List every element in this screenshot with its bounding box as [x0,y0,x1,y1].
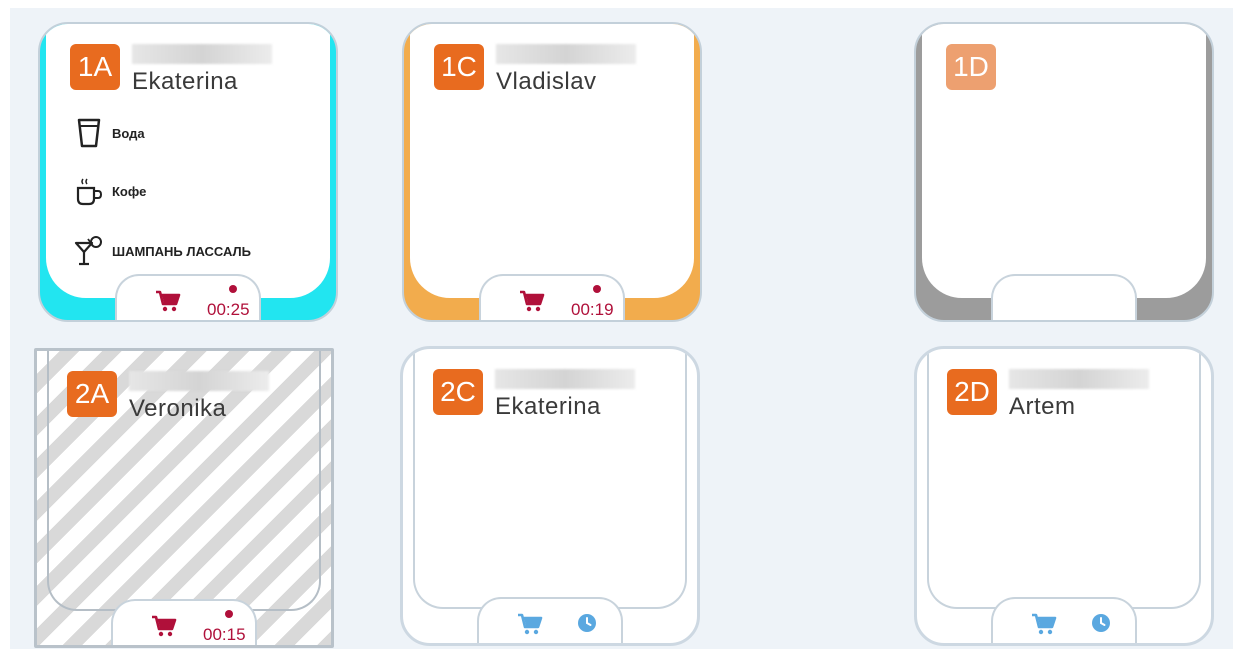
order-item-water[interactable]: Вода [74,116,145,150]
cart-icon [1032,613,1057,635]
seat-number-badge: 2D [947,369,997,415]
seat-status-tab[interactable]: 00:19 [479,274,625,320]
passenger-name: Veronika [129,395,227,422]
redacted-surname [496,44,636,64]
seat-card-2C[interactable]: 2C Ekaterina [400,346,700,646]
seat-card-1D[interactable]: 1D [914,22,1214,322]
order-timer: 00:25 [207,300,250,319]
seat-card-1C[interactable]: 1C Vladislav 00:19 [402,22,702,322]
cocktail-icon [74,236,102,266]
seat-number-badge: 1D [946,44,996,90]
clock-icon [578,614,596,632]
seat-status-tab[interactable]: 00:15 [111,599,257,645]
passenger-name: Ekaterina [132,68,238,95]
seat-card-2D[interactable]: 2D Artem [914,346,1214,646]
redacted-surname [132,44,272,64]
seat-status-tab[interactable] [477,597,623,643]
redacted-surname [495,369,635,389]
redacted-surname [1009,369,1149,389]
alert-dot [593,285,601,293]
seat-number-badge: 2A [67,371,117,417]
seat-status-tab[interactable] [991,274,1137,320]
seat-status-tab[interactable]: 00:25 [115,274,261,320]
order-item-coffee[interactable]: Кофе [74,174,146,208]
cart-icon [518,613,543,635]
passenger-name: Ekaterina [495,393,601,420]
alert-dot [225,610,233,618]
seat-number-badge: 1A [70,44,120,90]
seat-number-badge: 1C [434,44,484,90]
alert-dot [229,285,237,293]
seat-card-1A[interactable]: 1A Ekaterina Вода Кофе ШАМПАНЬ ЛАССАЛЬ 0… [38,22,338,322]
seat-number-badge: 2C [433,369,483,415]
cart-icon [152,615,177,637]
cart-icon [156,290,181,312]
glass-icon [77,118,101,148]
order-item-label: Вода [112,125,145,141]
cart-icon [520,290,545,312]
order-timer: 00:19 [571,300,614,319]
seat-status-tab[interactable] [991,597,1137,643]
order-item-label: ШАМПАНЬ ЛАССАЛЬ [112,243,252,259]
order-item-label: Кофе [112,183,147,199]
coffee-cup-icon [76,178,103,206]
passenger-name: Artem [1009,393,1076,420]
order-item-champagne[interactable]: ШАМПАНЬ ЛАССАЛЬ [74,234,251,268]
passenger-name: Vladislav [496,68,597,95]
redacted-surname [129,371,269,391]
order-timer: 00:15 [203,625,246,644]
clock-icon [1092,614,1110,632]
seat-card-2A[interactable]: 2A Veronika 00:15 [34,348,334,648]
